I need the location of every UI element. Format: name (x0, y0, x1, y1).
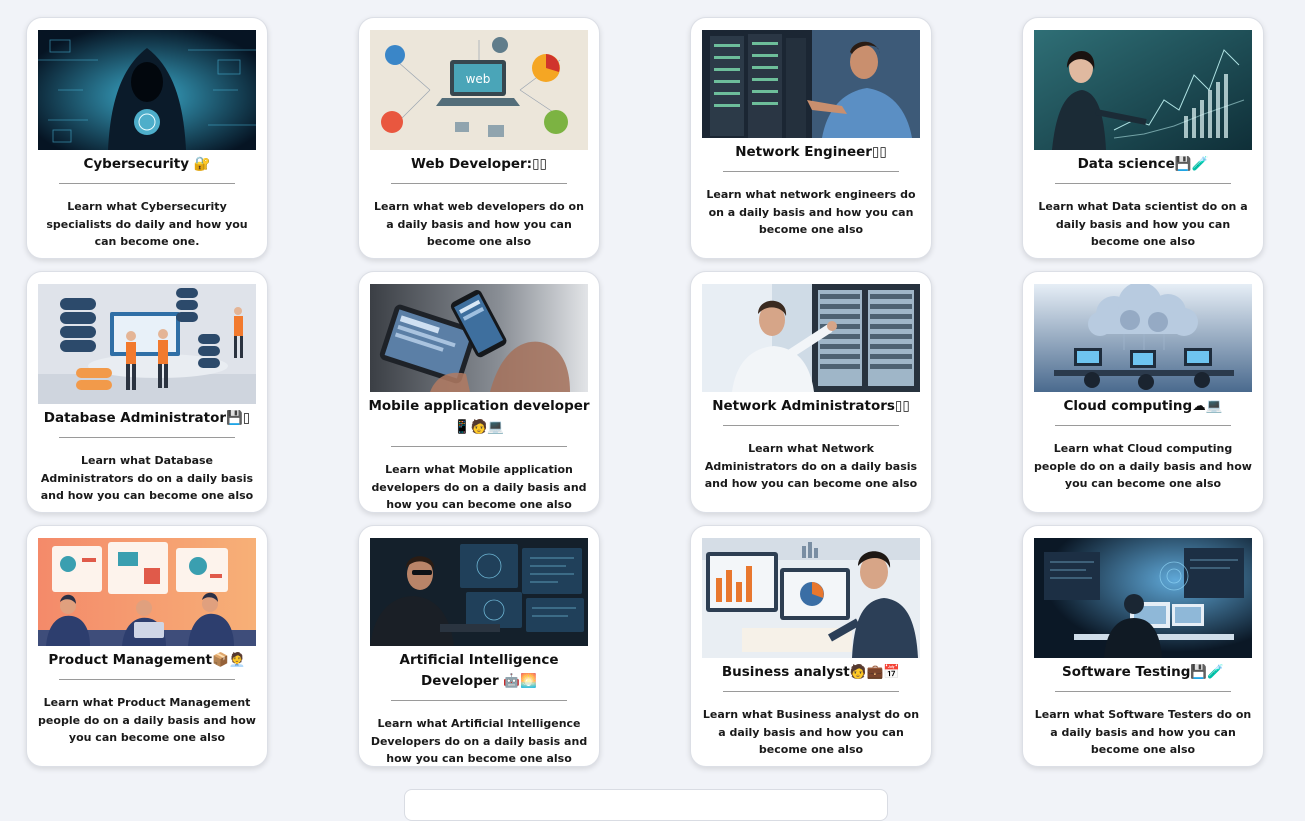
network-administrators-image (702, 284, 920, 392)
card-title: Network Engineer▯▯ (735, 144, 887, 160)
card-description: Learn what Cybersecurity specialists do … (46, 200, 248, 248)
card-divider (391, 700, 567, 701)
card-description: Learn what Network Administrators do on … (704, 442, 918, 490)
career-card-cloud-computing[interactable]: Cloud computing☁💻 Learn what Cloud compu… (1022, 271, 1264, 513)
card-divider (1055, 425, 1231, 426)
card-description: Learn what Product Management people do … (38, 696, 256, 744)
card-divider (723, 691, 899, 692)
card-divider (1055, 691, 1231, 692)
card-description: Learn what Artificial Intelligence Devel… (370, 717, 588, 765)
card-title: Cloud computing☁💻 (1063, 398, 1223, 414)
career-card-network-administrators[interactable]: Network Administrators▯▯ Learn what Netw… (690, 271, 932, 513)
career-card-network-engineer[interactable]: Network Engineer▯▯ Learn what network en… (690, 17, 932, 259)
card-title: Software Testing💾🧪 (1062, 664, 1224, 680)
card-description: Learn what Cloud computing people do on … (1034, 442, 1252, 490)
network-engineer-image (702, 30, 920, 138)
career-card-data-science[interactable]: Data science💾🧪 Learn what Data scientist… (1022, 17, 1264, 259)
card-description: Learn what Software Testers do on a dail… (1034, 708, 1252, 756)
career-card-database-administrator[interactable]: Database Administrator💾▯ Learn what Data… (26, 271, 268, 513)
card-divider (1055, 183, 1231, 184)
cybersecurity-image (38, 30, 256, 150)
bottom-panel (404, 789, 888, 821)
card-title: Data science💾🧪 (1077, 156, 1209, 172)
card-description: Learn what web developers do on a daily … (374, 200, 584, 248)
card-description: Learn what Database Administrators do on… (40, 454, 254, 502)
career-card-product-management[interactable]: Product Management📦🧑‍💼 Learn what Produc… (26, 525, 268, 767)
card-description: Learn what Data scientist do on a daily … (1038, 200, 1248, 248)
card-divider (391, 446, 567, 447)
card-title: Database Administrator💾▯ (43, 410, 251, 426)
cloud-computing-image (1034, 284, 1252, 392)
data-science-image (1034, 30, 1252, 150)
card-title: Web Developer:▯▯ (411, 156, 547, 172)
product-management-image (38, 538, 256, 646)
card-divider (391, 183, 567, 184)
career-card-mobile-developer[interactable]: Mobile application developer📱🧑💻 Learn wh… (358, 271, 600, 513)
card-divider (723, 171, 899, 172)
career-card-software-testing[interactable]: Software Testing💾🧪 Learn what Software T… (1022, 525, 1264, 767)
card-title: Cybersecurity 🔐 (83, 156, 211, 172)
card-divider (723, 425, 899, 426)
card-title: Artificial Intelligence Developer 🤖🌅 (399, 652, 559, 689)
card-divider (59, 679, 235, 680)
mobile-developer-image (370, 284, 588, 392)
career-card-ai-developer[interactable]: Artificial Intelligence Developer 🤖🌅 Lea… (358, 525, 600, 767)
ai-developer-image (370, 538, 588, 646)
card-divider (59, 437, 235, 438)
career-card-cybersecurity[interactable]: Cybersecurity 🔐 Learn what Cybersecurity… (26, 17, 268, 259)
database-administrator-image (38, 284, 256, 404)
card-title: Product Management📦🧑‍💼 (48, 652, 246, 668)
card-title: Business analyst🧑💼📅 (721, 664, 901, 680)
career-card-web-developer[interactable]: web Web Developer:▯▯ Learn what web deve… (358, 17, 600, 259)
web-image-text: web (466, 72, 491, 86)
web-developer-image: web (370, 30, 588, 150)
card-title: Network Administrators▯▯ (712, 398, 910, 414)
card-description: Learn what Business analyst do on a dail… (702, 708, 920, 756)
software-testing-image (1034, 538, 1252, 658)
card-description: Learn what Mobile application developers… (371, 463, 587, 511)
card-title: Mobile application developer📱🧑💻 (368, 398, 590, 435)
career-card-business-analyst[interactable]: Business analyst🧑💼📅 Learn what Business … (690, 525, 932, 767)
business-analyst-image (702, 538, 920, 658)
career-card-grid: Cybersecurity 🔐 Learn what Cybersecurity… (26, 17, 1264, 767)
card-description: Learn what network engineers do on a dai… (706, 188, 916, 236)
card-divider (59, 183, 235, 184)
